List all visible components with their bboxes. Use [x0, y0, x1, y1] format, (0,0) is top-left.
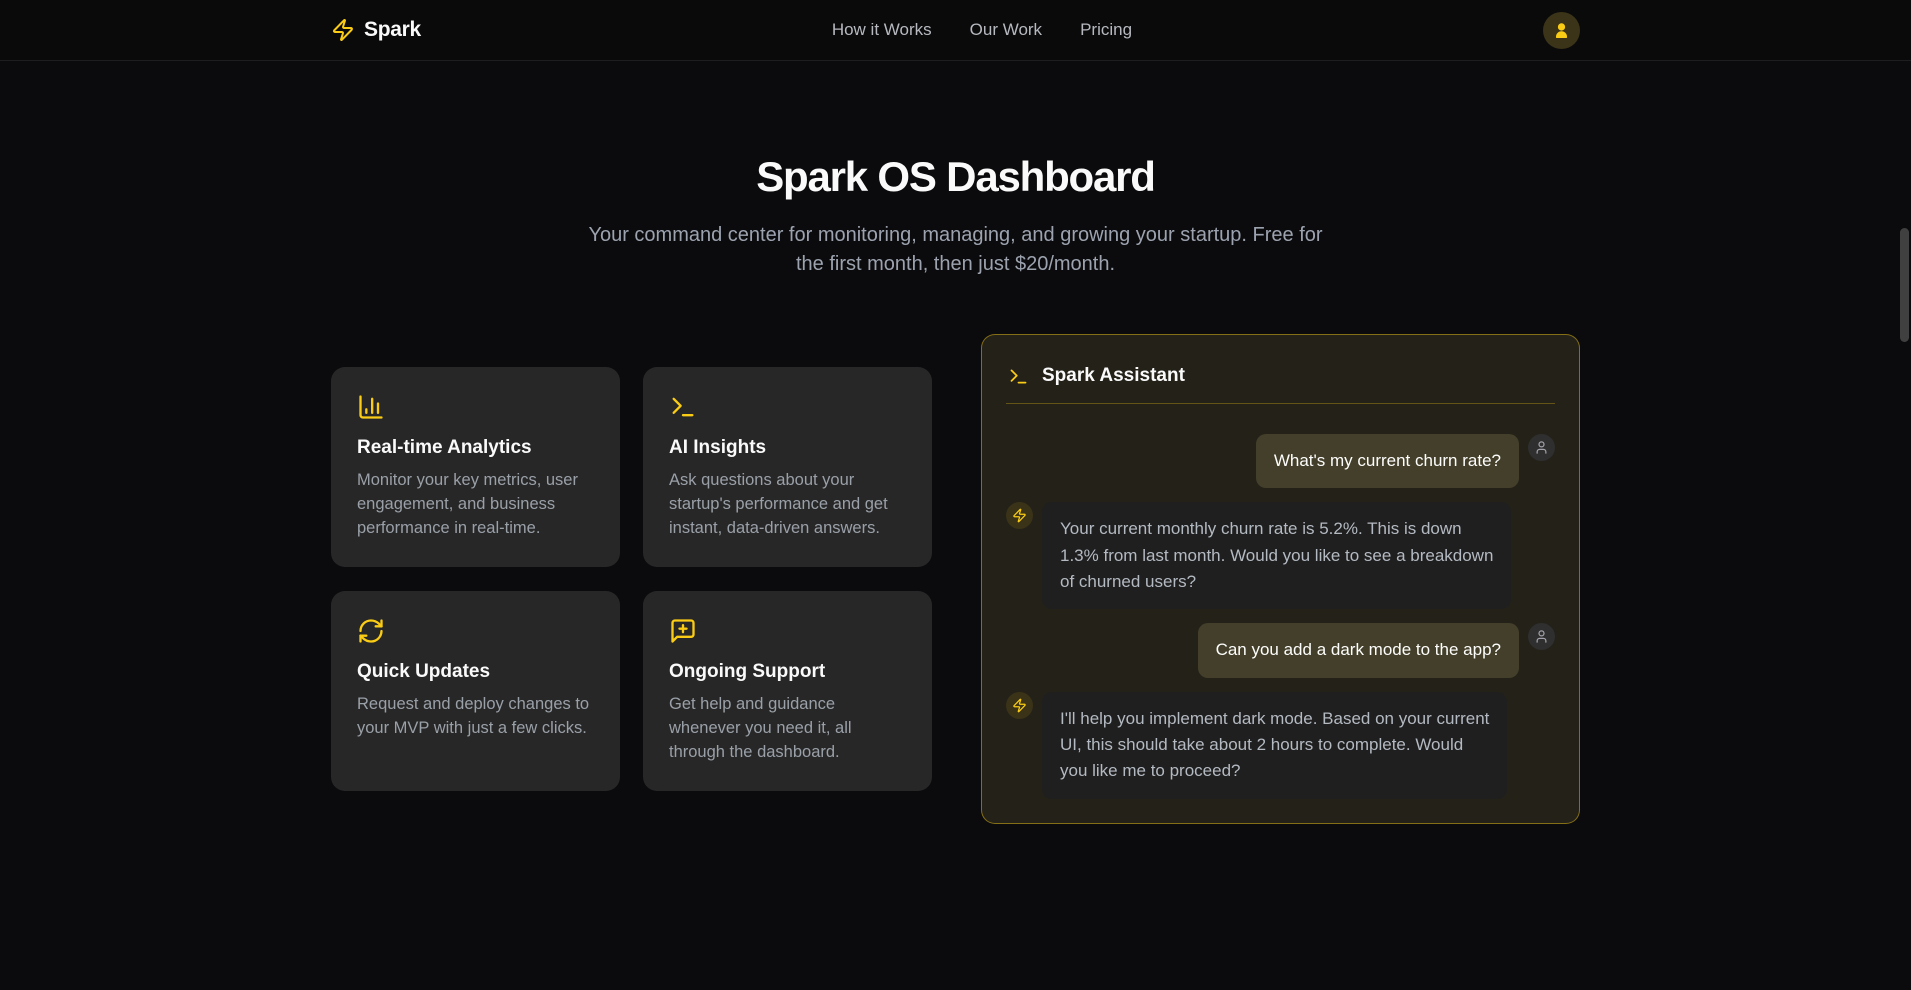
user-message-bubble: Can you add a dark mode to the app? — [1198, 623, 1519, 677]
chat-message-user: What's my current churn rate? — [1006, 434, 1555, 488]
spark-assistant-panel: Spark Assistant What's my current churn … — [981, 334, 1580, 824]
feature-card-ai-insights: AI Insights Ask questions about your sta… — [643, 367, 932, 567]
main-content-row: Real-time Analytics Monitor your key met… — [0, 334, 1911, 824]
message-plus-icon — [669, 617, 697, 645]
user-avatar — [1528, 434, 1555, 461]
assistant-message-bubble: I'll help you implement dark mode. Based… — [1042, 692, 1507, 799]
feature-description: Request and deploy changes to your MVP w… — [357, 693, 594, 741]
brand-name: Spark — [364, 18, 421, 42]
page-title: Spark OS Dashboard — [0, 153, 1911, 201]
nav-link-how-it-works[interactable]: How it Works — [832, 20, 932, 40]
user-avatar — [1528, 623, 1555, 650]
feature-grid: Real-time Analytics Monitor your key met… — [331, 367, 932, 791]
feature-title: Real-time Analytics — [357, 437, 594, 459]
chat-message-list: What's my current churn rate? Your curre… — [1006, 434, 1555, 799]
assistant-avatar — [1006, 692, 1033, 719]
page-scrollbar[interactable] — [1900, 228, 1909, 342]
chat-message-user: Can you add a dark mode to the app? — [1006, 623, 1555, 677]
top-navbar: Spark How it Works Our Work Pricing — [0, 0, 1911, 61]
bar-chart-icon — [357, 393, 385, 421]
feature-title: Quick Updates — [357, 661, 594, 683]
page-subtitle: Your command center for monitoring, mana… — [0, 221, 1911, 279]
user-icon — [1552, 21, 1571, 40]
terminal-icon — [1008, 366, 1029, 387]
brand-logo[interactable]: Spark — [331, 18, 421, 42]
chat-message-assistant: I'll help you implement dark mode. Based… — [1006, 692, 1555, 799]
assistant-panel-header: Spark Assistant — [1006, 359, 1555, 404]
nav-links: How it Works Our Work Pricing — [421, 20, 1543, 40]
user-avatar-button[interactable] — [1543, 12, 1580, 49]
terminal-icon — [669, 393, 697, 421]
feature-description: Ask questions about your startup's perfo… — [669, 469, 906, 541]
feature-title: AI Insights — [669, 437, 906, 459]
assistant-panel-title: Spark Assistant — [1042, 365, 1185, 387]
feature-card-ongoing-support: Ongoing Support Get help and guidance wh… — [643, 591, 932, 791]
assistant-message-bubble: Your current monthly churn rate is 5.2%.… — [1042, 502, 1511, 609]
feature-description: Get help and guidance whenever you need … — [669, 693, 906, 765]
lightning-bolt-icon — [1012, 698, 1027, 713]
feature-card-quick-updates: Quick Updates Request and deploy changes… — [331, 591, 620, 791]
feature-description: Monitor your key metrics, user engagemen… — [357, 469, 594, 541]
feature-card-realtime-analytics: Real-time Analytics Monitor your key met… — [331, 367, 620, 567]
nav-link-our-work[interactable]: Our Work — [970, 20, 1042, 40]
navbar-inner: Spark How it Works Our Work Pricing — [331, 0, 1580, 60]
assistant-avatar — [1006, 502, 1033, 529]
lightning-bolt-icon — [331, 18, 355, 42]
hero-section: Spark OS Dashboard Your command center f… — [0, 153, 1911, 279]
user-icon — [1534, 440, 1549, 455]
lightning-bolt-icon — [1012, 508, 1027, 523]
chat-message-assistant: Your current monthly churn rate is 5.2%.… — [1006, 502, 1555, 609]
feature-title: Ongoing Support — [669, 661, 906, 683]
refresh-icon — [357, 617, 385, 645]
nav-link-pricing[interactable]: Pricing — [1080, 20, 1132, 40]
user-icon — [1534, 629, 1549, 644]
user-message-bubble: What's my current churn rate? — [1256, 434, 1519, 488]
